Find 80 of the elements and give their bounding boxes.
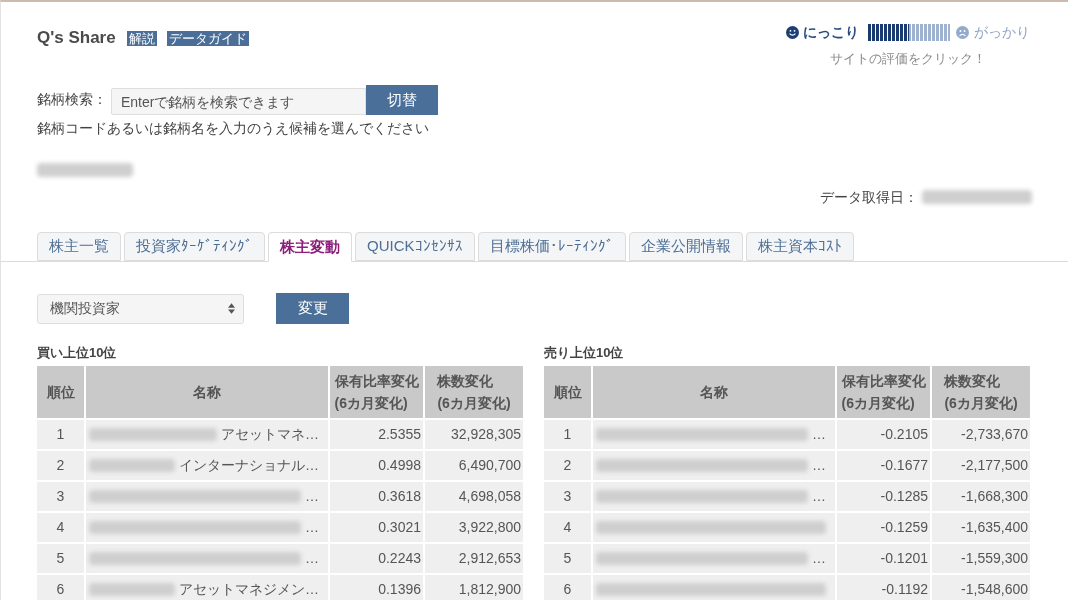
name-text: インターナショナル…: [179, 456, 319, 475]
table-cell: 6: [37, 575, 84, 600]
table-cell: 0.1396: [330, 575, 423, 600]
search-label: 銘柄検索：: [37, 90, 107, 109]
site-title: Q's Share: [37, 27, 116, 49]
name-text: …: [305, 487, 319, 506]
date-label: データ取得日：: [820, 187, 918, 207]
filter-select[interactable]: 機関投資家: [37, 293, 244, 324]
rating-label[interactable]: にっこり: [803, 22, 859, 43]
table-cell: 2: [544, 451, 591, 480]
table-cell: 0.3618: [330, 482, 423, 511]
table-cell: 32,928,305: [425, 420, 523, 449]
rating-label[interactable]: がっかり: [974, 22, 1030, 43]
table-cell: -0.1285: [837, 482, 930, 511]
table-cell: 4,698,058: [425, 482, 523, 511]
table-cell: 0.4998: [330, 451, 423, 480]
table-cell: -0.2105: [837, 420, 930, 449]
table-cell: 2,912,653: [425, 544, 523, 573]
table-cell: -0.1259: [837, 513, 930, 542]
column-header: 保有比率変化 (6カ月変化): [330, 366, 423, 418]
column-header: 株数変化 (6カ月変化): [932, 366, 1030, 418]
switch-button[interactable]: 切替: [366, 85, 438, 115]
tab[interactable]: QUICKｺﾝｾﾝｻｽ: [355, 232, 475, 261]
table-cell: -1,548,600: [932, 575, 1030, 600]
guide-link[interactable]: データガイド: [166, 31, 249, 47]
tab[interactable]: 企業公開情報: [628, 232, 743, 261]
table-cell: 3: [37, 482, 84, 511]
table-cell: 1: [37, 420, 84, 449]
table-cell: -0.1192: [837, 575, 930, 600]
name-text: …: [812, 456, 826, 475]
help-text: 銘柄コードあるいは銘柄名を入力のうえ候補を選んでください: [37, 118, 429, 138]
table-cell: -2,733,670: [932, 420, 1030, 449]
table-cell: -0.1677: [837, 451, 930, 480]
table-title: 売り上位10位: [544, 344, 624, 363]
column-header: 保有比率変化 (6カ月変化): [837, 366, 930, 418]
table-cell: 4: [544, 513, 591, 542]
table-cell: 4: [37, 513, 84, 542]
tab[interactable]: 投資家ﾀｰｹﾞﾃｨﾝｸﾞ: [124, 232, 265, 261]
name-text: …: [812, 487, 826, 506]
table-cell: 6: [544, 575, 591, 600]
rating-meter[interactable]: [868, 24, 950, 41]
table-cell: -0.1201: [837, 544, 930, 573]
column-header: 順位: [37, 366, 84, 418]
tab[interactable]: 株主一覧: [37, 232, 121, 261]
tab[interactable]: 株主変動: [268, 232, 352, 262]
table-cell: -2,177,500: [932, 451, 1030, 480]
name-text: …: [812, 425, 826, 444]
table-cell: 1,812,900: [425, 575, 523, 600]
table-cell: 3: [544, 482, 591, 511]
column-header: 株数変化 (6カ月変化): [425, 366, 523, 418]
table-cell: 1: [544, 420, 591, 449]
name-text: …: [305, 549, 319, 568]
change-button[interactable]: 変更: [276, 293, 349, 324]
sad-face-icon: [956, 26, 969, 39]
column-header: 順位: [544, 366, 591, 418]
rating-hint: サイトの評価をクリック！: [830, 50, 986, 68]
table-cell: 0.2243: [330, 544, 423, 573]
table-title: 買い上位10位: [37, 344, 117, 363]
table-cell: 5: [37, 544, 84, 573]
table-cell: -1,559,300: [932, 544, 1030, 573]
updown-arrow-icon: [228, 303, 235, 314]
table-cell: 0.3021: [330, 513, 423, 542]
table-cell: -1,635,400: [932, 513, 1030, 542]
table-cell: -1,668,300: [932, 482, 1030, 511]
tab[interactable]: 株主資本ｺｽﾄ: [745, 232, 854, 261]
table-cell: 2.5355: [330, 420, 423, 449]
table-cell: 2: [37, 451, 84, 480]
name-text: アセットマネジメン…: [179, 580, 319, 599]
guide-link[interactable]: 解説: [126, 31, 157, 47]
column-header: 名称: [593, 366, 835, 418]
tab[interactable]: 目標株価･ﾚｰﾃｨﾝｸﾞ: [477, 232, 626, 261]
name-text: …: [305, 518, 319, 537]
table-cell: 3,922,800: [425, 513, 523, 542]
table-cell: 5: [544, 544, 591, 573]
search-field[interactable]: Enterで銘柄を検索できます: [111, 88, 366, 115]
smiley-face-icon: [786, 26, 799, 39]
table-cell: 6,490,700: [425, 451, 523, 480]
name-text: アセットマネ…: [221, 425, 319, 444]
name-text: …: [812, 549, 826, 568]
column-header: 名称: [86, 366, 328, 418]
